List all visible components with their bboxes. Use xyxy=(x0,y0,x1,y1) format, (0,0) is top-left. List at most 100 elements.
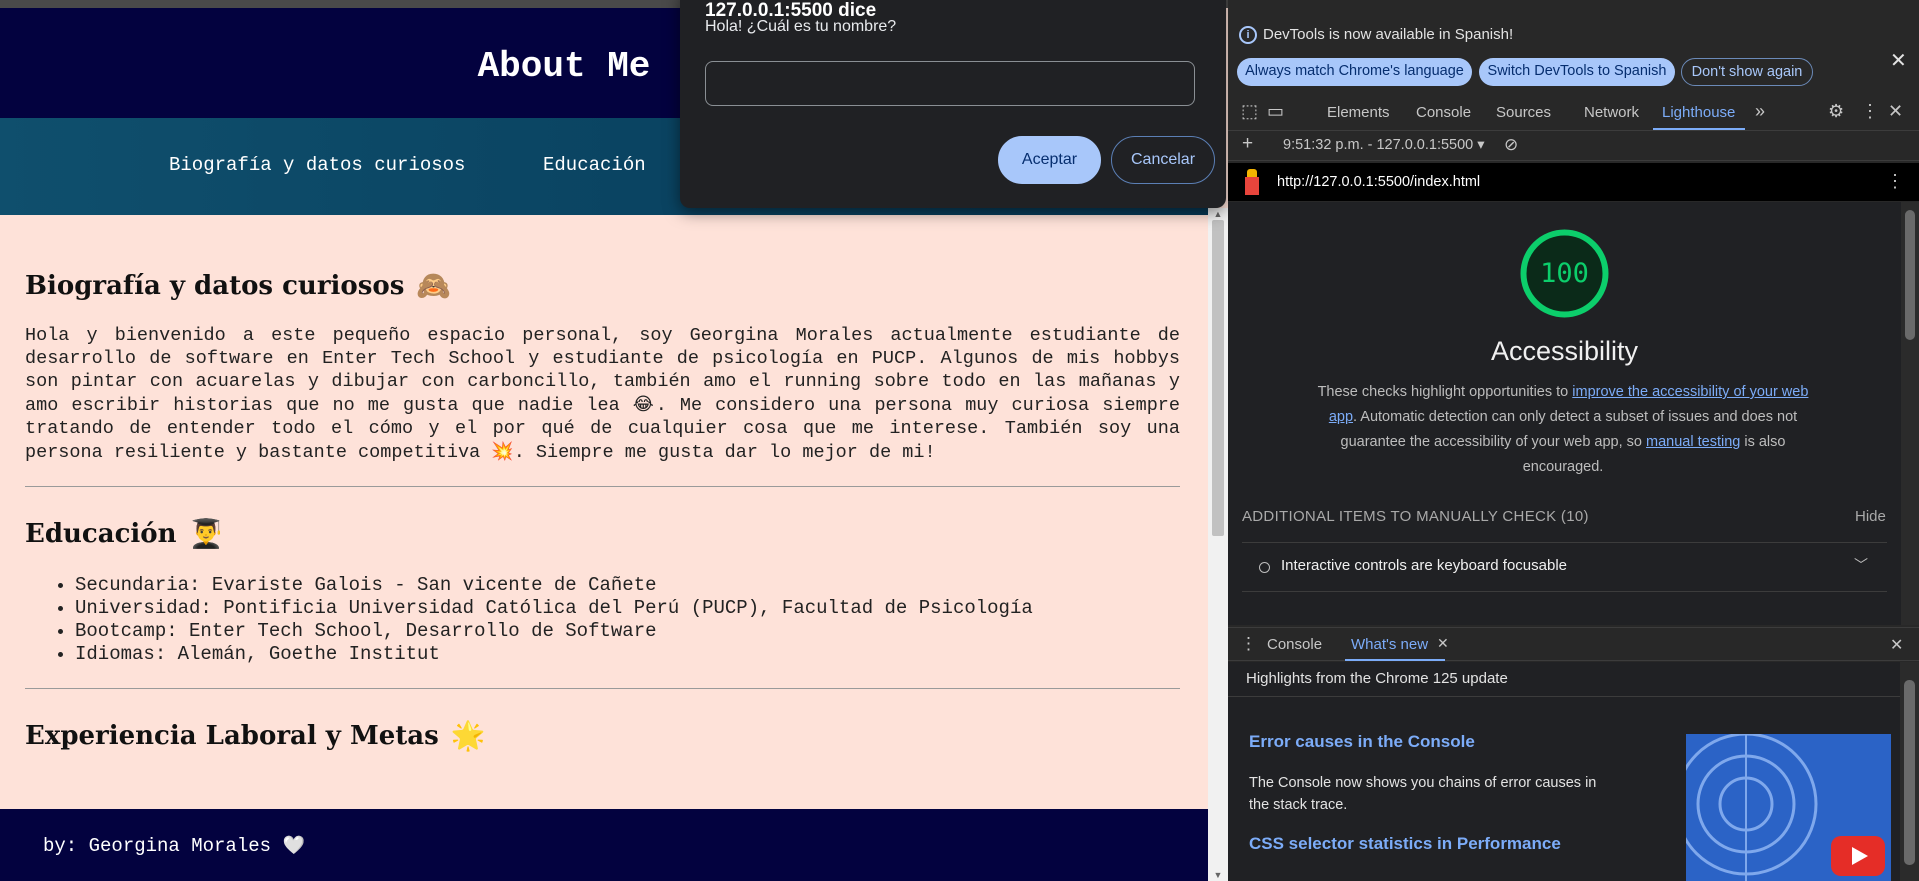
gear-icon[interactable]: ⚙ xyxy=(1828,101,1844,122)
whats-new-item-title[interactable]: Error causes in the Console xyxy=(1249,732,1475,752)
nav-link-educacion[interactable]: Educación xyxy=(543,154,646,176)
inspect-element-icon[interactable]: ⬚ xyxy=(1241,101,1258,122)
audited-url: http://127.0.0.1:5500/index.html xyxy=(1277,174,1481,190)
category-title: Accessibility xyxy=(1490,336,1639,366)
report-selector[interactable]: 9:51:32 p.m. - 127.0.0.1:5500 ▾ xyxy=(1283,137,1485,153)
bio-paragraph: Hola y bienvenido a este pequeño espacio… xyxy=(25,324,1180,464)
report-scrollbar[interactable] xyxy=(1901,202,1919,625)
device-toggle-icon[interactable]: ▭ xyxy=(1267,101,1284,122)
switch-language-button[interactable]: Switch DevTools to Spanish xyxy=(1479,58,1675,86)
see-no-evil-monkey-icon: 🙈 xyxy=(416,269,452,302)
drawer-scrollbar[interactable] xyxy=(1900,662,1919,881)
section-title-experience: Experiencia Laboral y Metas 🌟 xyxy=(25,719,1180,752)
section-experience: Experiencia Laboral y Metas 🌟 xyxy=(25,689,1180,752)
more-tabs-icon[interactable]: » xyxy=(1755,101,1765,122)
drawer-menu-icon[interactable]: ⋮ xyxy=(1240,634,1257,654)
tab-network[interactable]: Network xyxy=(1584,104,1639,121)
tab-sources[interactable]: Sources xyxy=(1496,104,1551,121)
prompt-dialog: 127.0.0.1:5500 dice Hola! ¿Cuál es tu no… xyxy=(680,0,1226,208)
lighthouse-toolbar: + 9:51:32 p.m. - 127.0.0.1:5500 ▾ ⊘ xyxy=(1228,131,1919,161)
accept-button[interactable]: Aceptar xyxy=(998,136,1101,184)
scrollbar-thumb[interactable] xyxy=(1904,680,1915,865)
whats-new-panel: Highlights from the Chrome 125 update Er… xyxy=(1228,662,1900,881)
graduate-icon: 👨‍🎓 xyxy=(188,517,224,550)
drawer-tabbar: ⋮ Console What's new ✕ ✕ xyxy=(1228,627,1919,661)
plus-icon[interactable]: + xyxy=(1242,133,1253,155)
laughing-face-icon: 😂 xyxy=(632,394,656,415)
highlights-header: Highlights from the Chrome 125 update xyxy=(1228,662,1900,697)
scroll-down-arrow-icon[interactable]: ▼ xyxy=(1208,869,1228,881)
scrollbar-thumb[interactable] xyxy=(1905,210,1915,340)
active-tab-indicator xyxy=(1345,659,1445,661)
info-icon: i xyxy=(1239,26,1257,44)
lighthouse-report: 100 Accessibility These checks highlight… xyxy=(1228,202,1901,625)
list-item: Universidad: Pontificia Universidad Cató… xyxy=(75,597,1180,620)
bio-text-3: . Siempre me gusta dar lo mejor de mi! xyxy=(513,442,936,463)
footer-author: by: Georgina Morales xyxy=(43,835,272,857)
audit-status-icon xyxy=(1259,562,1270,573)
collision-icon: 💥 xyxy=(491,441,514,462)
active-tab-indicator xyxy=(1653,128,1745,130)
whats-new-item-title[interactable]: CSS selector statistics in Performance xyxy=(1249,834,1561,854)
dialog-name-input[interactable] xyxy=(705,61,1195,106)
lighthouse-url-bar: http://127.0.0.1:5500/index.html ⋮ xyxy=(1228,163,1919,201)
dont-show-again-button[interactable]: Don't show again xyxy=(1681,58,1813,86)
whats-new-video-thumbnail[interactable] xyxy=(1686,734,1891,881)
scrollbar-thumb[interactable] xyxy=(1212,220,1224,536)
section-education: Educación 👨‍🎓 Secundaria: Evariste Galoi… xyxy=(25,487,1180,689)
education-list: Secundaria: Evariste Galois - San vicent… xyxy=(75,574,1180,666)
close-icon[interactable]: ✕ xyxy=(1888,101,1903,122)
match-language-button[interactable]: Always match Chrome's language xyxy=(1237,58,1472,86)
devtools-panel: i DevTools is now available in Spanish! … xyxy=(1228,0,1919,881)
nav-link-biografia[interactable]: Biografía y datos curiosos xyxy=(169,154,465,176)
chevron-down-icon: ﹀ xyxy=(1854,557,1868,573)
footer-text: by: Georgina Morales 🤍 xyxy=(43,835,305,857)
section-title-education-text: Educación xyxy=(25,518,177,549)
kebab-menu-icon[interactable]: ⋮ xyxy=(1886,171,1904,192)
drawer-tab-whats-new[interactable]: What's new xyxy=(1351,636,1428,653)
category-description: These checks highlight opportunities to … xyxy=(1308,380,1818,480)
cancel-button[interactable]: Cancelar xyxy=(1111,136,1215,184)
section-title-education: Educación 👨‍🎓 xyxy=(25,517,1180,550)
manual-checks-header: ADDITIONAL ITEMS TO MANUALLY CHECK (10) xyxy=(1242,508,1589,525)
caret-down-icon: ▾ xyxy=(1477,137,1485,153)
clear-icon[interactable]: ⊘ xyxy=(1504,135,1518,155)
close-icon[interactable]: ✕ xyxy=(1890,635,1903,655)
audit-label: Interactive controls are keyboard focusa… xyxy=(1281,557,1567,574)
highlights-text: Highlights from the Chrome 125 update xyxy=(1246,670,1508,687)
score-value: 100 xyxy=(1540,258,1589,289)
manual-testing-link[interactable]: manual testing xyxy=(1646,434,1740,450)
scroll-up-arrow-icon[interactable]: ▲ xyxy=(1208,208,1228,220)
list-item: Idiomas: Alemán, Goethe Institut xyxy=(75,643,1180,666)
audit-item[interactable]: Interactive controls are keyboard focusa… xyxy=(1242,543,1887,591)
devtools-language-infobar: i DevTools is now available in Spanish! … xyxy=(1228,8,1919,94)
dialog-message: Hola! ¿Cuál es tu nombre? xyxy=(705,18,897,35)
white-heart-icon: 🤍 xyxy=(282,835,305,856)
desc-text-1: These checks highlight opportunities to xyxy=(1317,384,1573,400)
lighthouse-icon xyxy=(1244,169,1260,195)
drawer-tab-console[interactable]: Console xyxy=(1267,636,1322,653)
section-title-bio-text: Biografía y datos curiosos xyxy=(25,270,405,301)
list-item: Secundaria: Evariste Galois - San vicent… xyxy=(75,574,1180,597)
section-bio: Biografía y datos curiosos 🙈 Hola y bien… xyxy=(25,215,1180,487)
tab-lighthouse[interactable]: Lighthouse xyxy=(1662,104,1735,121)
tab-console[interactable]: Console xyxy=(1416,104,1471,121)
site-footer: by: Georgina Morales 🤍 xyxy=(0,809,1208,881)
kebab-menu-icon[interactable]: ⋮ xyxy=(1861,101,1879,122)
star-icon: 🌟 xyxy=(450,719,486,752)
devtools-tabbar: ⬚ ▭ Elements Console Sources Network Lig… xyxy=(1228,94,1919,131)
infobar-text: DevTools is now available in Spanish! xyxy=(1263,26,1514,43)
page-scrollbar[interactable]: ▲ ▼ xyxy=(1208,208,1228,881)
youtube-play-icon[interactable] xyxy=(1831,836,1885,876)
report-selector-label: 9:51:32 p.m. - 127.0.0.1:5500 xyxy=(1283,137,1474,153)
list-item: Bootcamp: Enter Tech School, Desarrollo … xyxy=(75,620,1180,643)
tab-elements[interactable]: Elements xyxy=(1327,104,1390,121)
section-title-experience-text: Experiencia Laboral y Metas xyxy=(25,720,439,751)
divider xyxy=(1242,591,1887,592)
section-title-bio: Biografía y datos curiosos 🙈 xyxy=(25,269,1180,302)
close-icon[interactable]: ✕ xyxy=(1437,635,1449,652)
whats-new-item-text: The Console now shows you chains of erro… xyxy=(1249,775,1597,813)
close-icon[interactable]: ✕ xyxy=(1890,48,1907,73)
hide-link[interactable]: Hide xyxy=(1855,508,1886,525)
main-content: Biografía y datos curiosos 🙈 Hola y bien… xyxy=(25,215,1180,752)
